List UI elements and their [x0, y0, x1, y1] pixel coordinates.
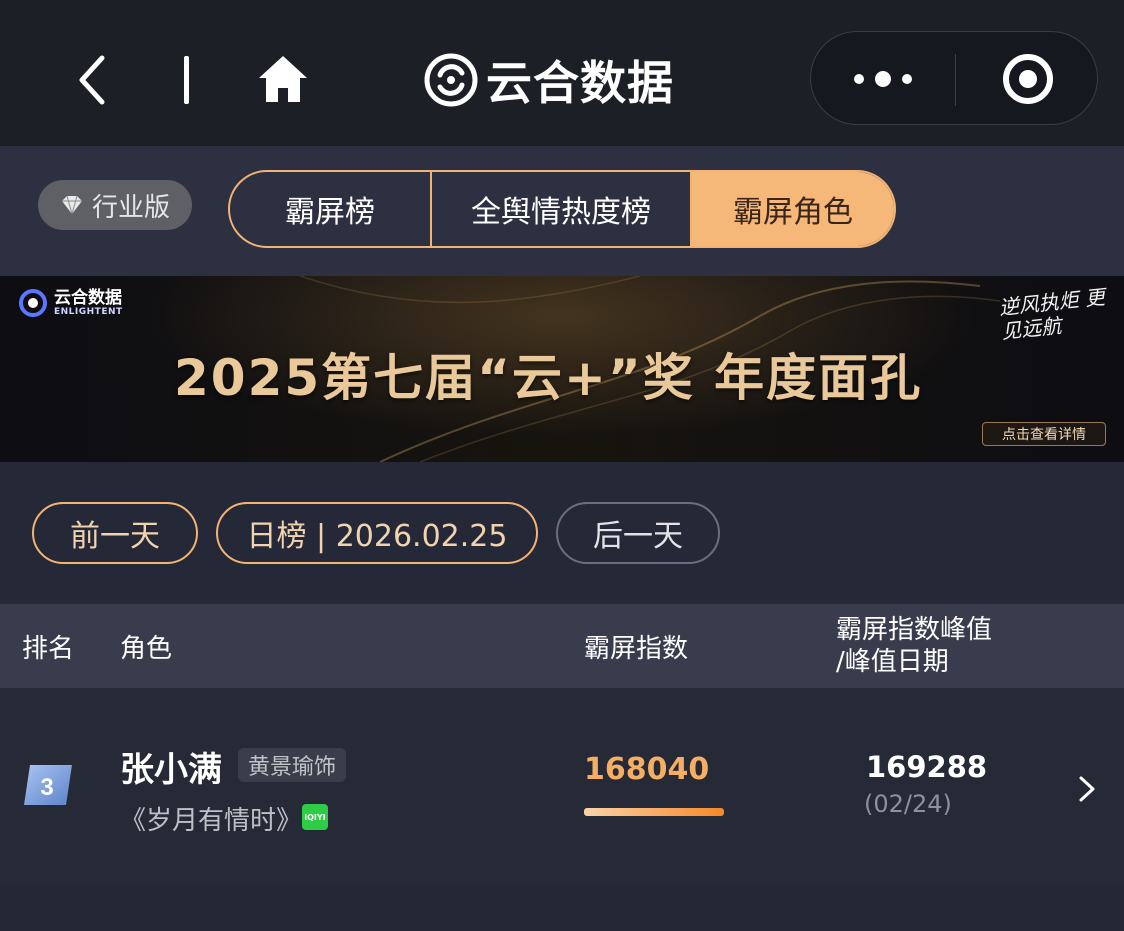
diamond-icon [61, 195, 82, 215]
miniprogram-capsule [810, 31, 1098, 125]
ranking-tabs: 霸屏榜 全舆情热度榜 霸屏角色 [228, 170, 896, 248]
dominance-index-value: 168040 [584, 752, 710, 787]
header-peak-line1: 霸屏指数峰值 [836, 615, 993, 645]
previous-day-button[interactable]: 前一天 [32, 502, 198, 564]
banner-logo-cn: 云合数据 [54, 288, 122, 308]
next-day-button[interactable]: 后一天 [556, 502, 720, 564]
nav-divider [184, 56, 189, 104]
header-peak-line2: /峰值日期 [836, 647, 949, 677]
more-icon[interactable] [851, 62, 915, 96]
home-icon[interactable] [255, 52, 311, 106]
banner-headline: 2025第七届“云+”奖 年度面孔 [174, 349, 923, 407]
header-role: 角色 [120, 634, 173, 664]
capsule-divider [955, 54, 956, 106]
banner-logo-en: ENLIGHTENT [54, 307, 123, 317]
yunhe-logo-icon [424, 53, 478, 107]
tab-public-opinion-heat[interactable]: 全舆情热度榜 [432, 172, 692, 246]
drama-title: 《岁月有情时》 [120, 806, 303, 836]
banner-brand-logo: 云合数据 ENLIGHTENT [18, 288, 123, 318]
close-miniprogram-icon[interactable] [1001, 52, 1055, 106]
rank-number: 3 [40, 774, 53, 801]
table-row[interactable]: 3 张小满 黄景瑜饰 《岁月有情时》 iQIYI 168040 169288 (… [0, 688, 1124, 884]
rank-badge: 3 [24, 765, 72, 805]
back-arrow-icon[interactable] [70, 50, 116, 110]
header-rank: 排名 [22, 634, 75, 664]
list-bottom-area [0, 884, 1124, 931]
app-title: 云合数据 [486, 56, 674, 110]
industry-edition-badge[interactable]: 行业版 [38, 180, 192, 230]
platform-iqiyi-icon: iQIYI [302, 804, 328, 830]
role-name: 张小满 [120, 750, 222, 790]
app-title-group: 云合数据 [424, 48, 674, 112]
category-tab-row: 行业版 霸屏榜 全舆情热度榜 霸屏角色 [0, 146, 1124, 276]
tab-screen-dominance[interactable]: 霸屏榜 [230, 172, 432, 246]
promo-banner[interactable]: 云合数据 ENLIGHTENT 2025第七届“云+”奖 年度面孔 逆风执炬 更… [0, 276, 1124, 462]
header-peak: 霸屏指数峰值 /峰值日期 [836, 614, 992, 678]
date-selector[interactable]: 日榜 | 2026.02.25 [216, 502, 538, 564]
peak-index-value: 169288 [866, 750, 988, 784]
top-nav-bar: 云合数据 [0, 0, 1124, 146]
banner-detail-button[interactable]: 点击查看详情 [982, 422, 1106, 446]
date-controls: 前一天 日榜 | 2026.02.25 后一天 [0, 462, 1124, 604]
header-index: 霸屏指数 [584, 634, 689, 664]
chevron-right-icon[interactable] [1076, 774, 1098, 804]
table-header: 排名 角色 霸屏指数 霸屏指数峰值 /峰值日期 [0, 604, 1124, 688]
banner-logo-icon [19, 289, 47, 317]
actor-tag: 黄景瑜饰 [238, 748, 347, 782]
edition-label: 行业版 [91, 192, 170, 223]
peak-date: (02/24) [864, 790, 952, 818]
dominance-index-bar [584, 808, 724, 816]
tab-screen-dominance-roles[interactable]: 霸屏角色 [692, 172, 894, 246]
